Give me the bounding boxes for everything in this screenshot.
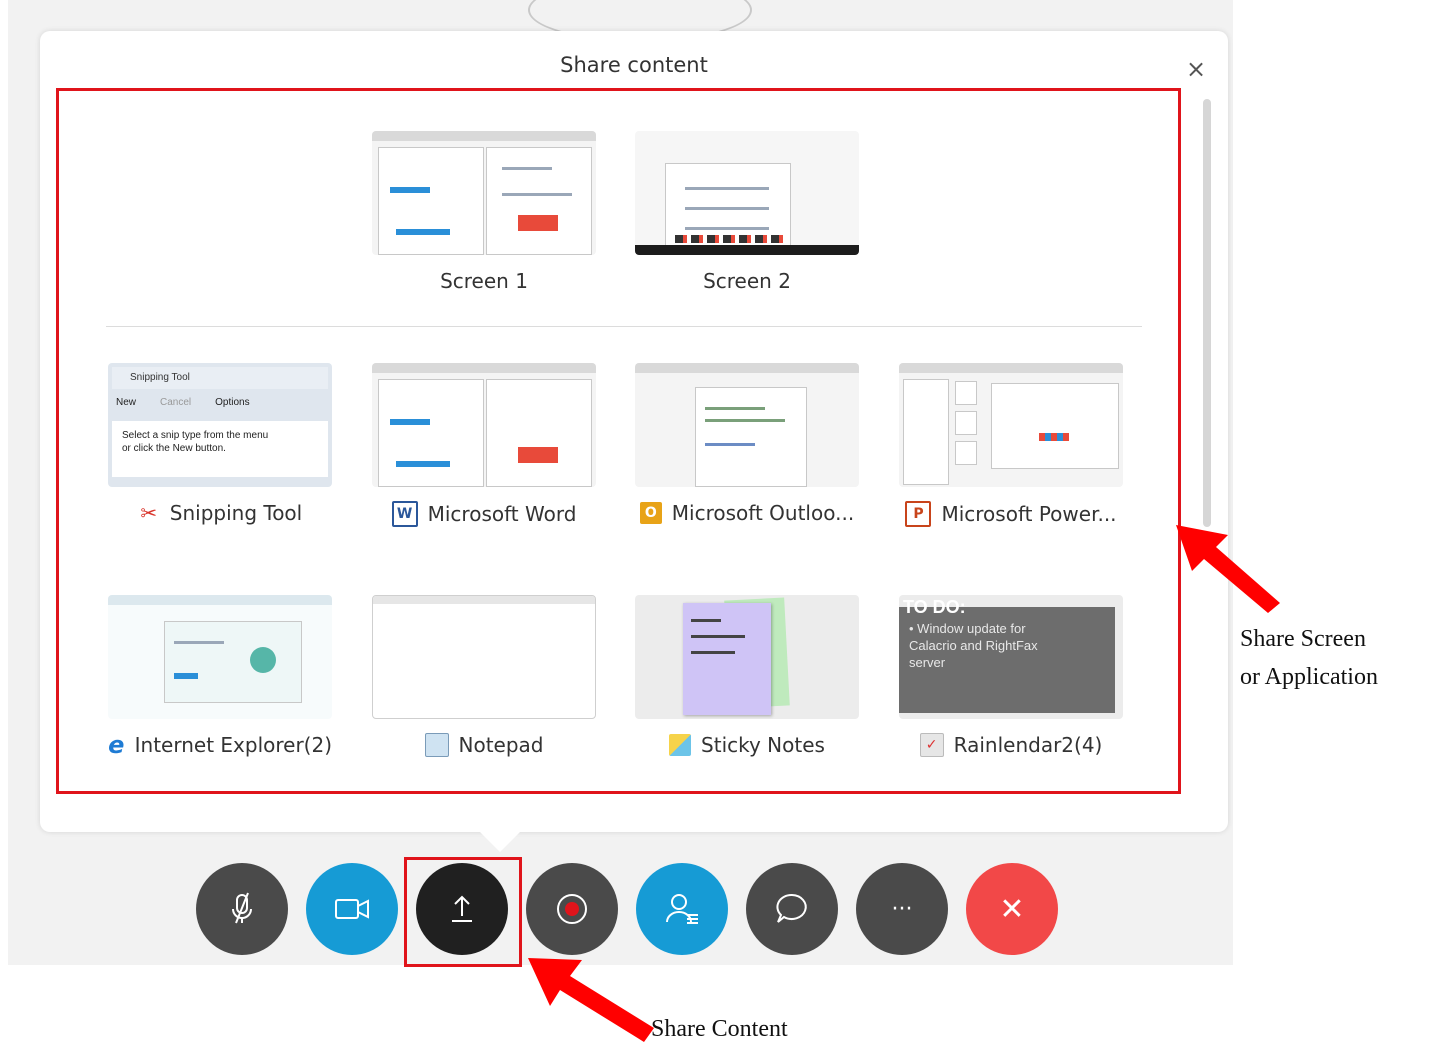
mute-button[interactable] [196, 863, 288, 955]
more-options-button[interactable]: ··· [856, 863, 948, 955]
video-button[interactable] [306, 863, 398, 955]
screen-2-tile[interactable]: Screen 2 [635, 131, 859, 293]
upload-icon [452, 895, 472, 922]
more-icon: ··· [891, 896, 913, 922]
notepad-icon [424, 733, 449, 757]
screen-1-tile[interactable]: Screen 1 [372, 131, 596, 293]
outlook-icon: O [639, 502, 662, 524]
end-meeting-button[interactable]: ✕ [966, 863, 1058, 955]
notepad-thumbnail [372, 595, 596, 719]
app-label: Notepad [372, 733, 596, 757]
camera-icon [335, 899, 369, 919]
screen-2-thumbnail [635, 131, 859, 255]
participants-button[interactable] [636, 863, 728, 955]
word-icon: W [391, 501, 418, 527]
sticky-notes-thumbnail [635, 595, 859, 719]
share-screen-annotation: Share Screen or Application [1240, 626, 1378, 690]
powerpoint-icon: P [905, 501, 932, 527]
share-content-button[interactable] [416, 863, 508, 955]
app-tile-microsoft-powerpoint[interactable]: P Microsoft Power... [899, 363, 1123, 527]
chat-icon [776, 893, 807, 923]
microsoft-powerpoint-thumbnail [899, 363, 1123, 487]
app-tile-microsoft-outlook[interactable]: O Microsoft Outloo... [635, 363, 859, 525]
scrollbar[interactable] [1203, 99, 1211, 527]
app-label: Sticky Notes [635, 733, 859, 757]
rainlendar-thumbnail: TO DO: • Window update for Calacrio and … [899, 595, 1123, 719]
app-label: O Microsoft Outloo... [635, 501, 859, 525]
app-tile-microsoft-word[interactable]: W Microsoft Word [372, 363, 596, 527]
internet-explorer-thumbnail [108, 595, 332, 719]
app-label: ✂ Snipping Tool [108, 501, 332, 525]
microsoft-outlook-thumbnail [635, 363, 859, 487]
screen-1-label: Screen 1 [440, 269, 528, 293]
meeting-window: Share content × Screen 1 Screen 2 Snippi… [8, 0, 1233, 965]
sticky-notes-icon [669, 734, 692, 756]
dialog-title: Share content [560, 53, 708, 77]
app-label: e Internet Explorer(2) [108, 731, 332, 759]
app-label: W Microsoft Word [372, 501, 596, 527]
internet-explorer-icon: e [108, 731, 125, 759]
share-content-arrow [528, 958, 654, 1042]
app-tile-rainlendar[interactable]: TO DO: • Window update for Calacrio and … [899, 595, 1123, 757]
app-tile-internet-explorer[interactable]: e Internet Explorer(2) [108, 595, 332, 759]
app-label: P Microsoft Power... [899, 501, 1123, 527]
microsoft-word-thumbnail [372, 363, 596, 487]
app-tile-sticky-notes[interactable]: Sticky Notes [635, 595, 859, 757]
section-divider [106, 326, 1142, 327]
screen-2-label: Screen 2 [703, 269, 791, 293]
snipping-tool-thumbnail: Snipping Tool New Cancel Options Select … [108, 363, 332, 487]
mic-off-icon [232, 892, 252, 924]
record-button[interactable] [526, 863, 618, 955]
close-icon: ✕ [999, 891, 1025, 927]
participants-icon [666, 894, 698, 924]
record-icon [557, 894, 587, 924]
screen-1-thumbnail [372, 131, 596, 255]
dialog-pointer [478, 830, 522, 852]
app-label: ✓ Rainlendar2(4) [899, 733, 1123, 757]
share-content-annotation: Share Content [651, 1016, 788, 1042]
rainlendar-icon: ✓ [919, 733, 944, 757]
app-tile-snipping-tool[interactable]: Snipping Tool New Cancel Options Select … [108, 363, 332, 525]
close-button[interactable]: × [1182, 55, 1210, 83]
app-tile-notepad[interactable]: Notepad [372, 595, 596, 757]
snipping-tool-icon: ✂ [140, 501, 158, 525]
chat-button[interactable] [746, 863, 838, 955]
share-screen-arrow [1176, 525, 1280, 613]
